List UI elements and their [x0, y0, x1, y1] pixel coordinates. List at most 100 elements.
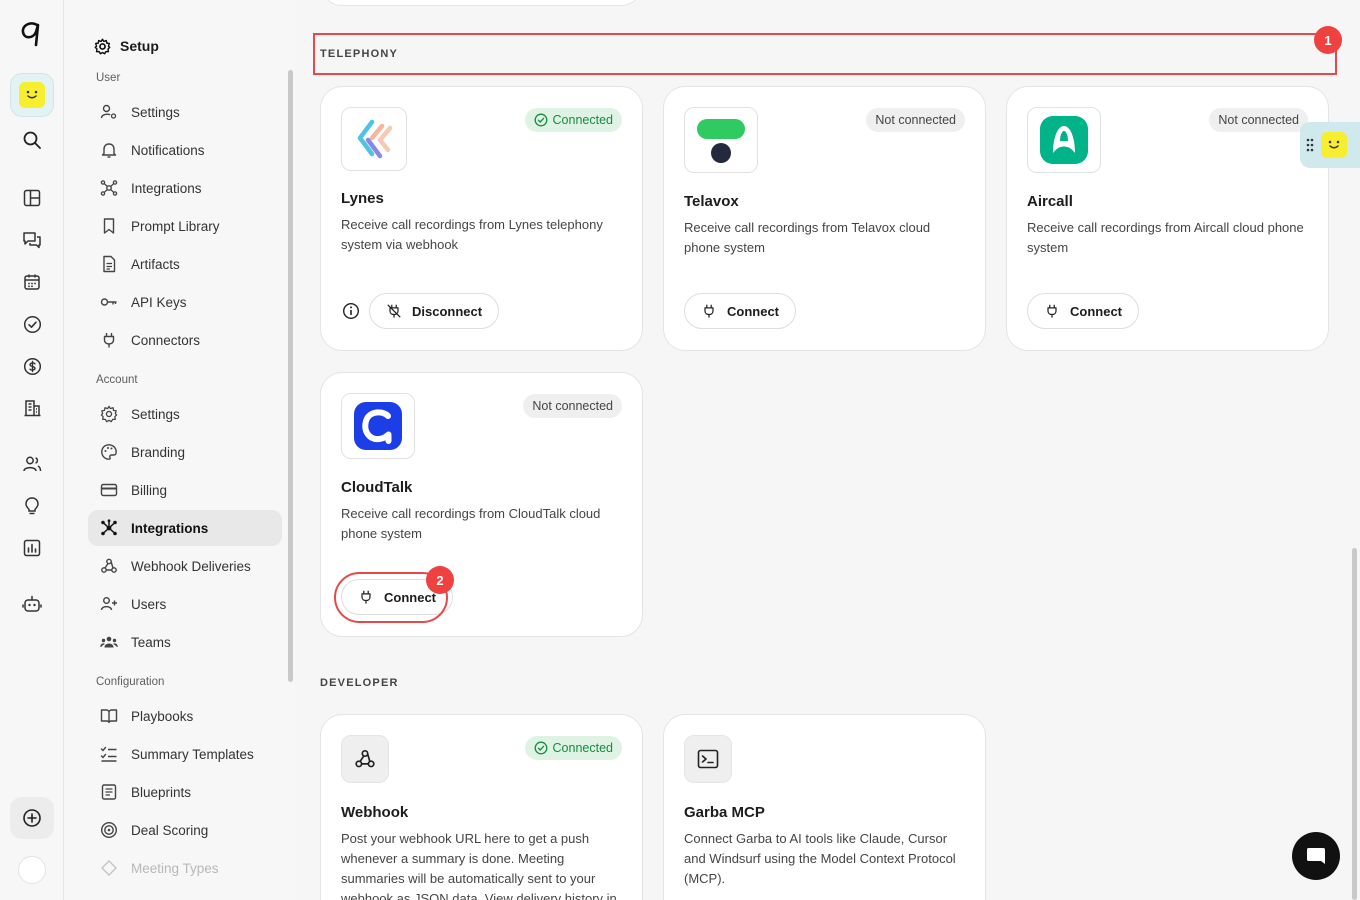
layout-icon[interactable] [16, 182, 48, 214]
nav-item-meeting-types[interactable]: Meeting Types [88, 850, 282, 886]
nav-item-webhook-deliveries[interactable]: Webhook Deliveries [88, 548, 282, 584]
calendar-icon[interactable] [16, 266, 48, 298]
user-avatar[interactable] [18, 856, 46, 884]
terminal-icon [697, 749, 719, 769]
nav-item-label: Billing [131, 482, 168, 498]
smiley-icon [1321, 132, 1347, 158]
main-scrollbar[interactable] [1352, 548, 1357, 900]
plug-off-icon [387, 304, 401, 318]
nav-item-branding[interactable]: Branding [88, 434, 282, 470]
card-description: Receive call recordings from Lynes telep… [341, 217, 603, 252]
group-user-label: User [96, 72, 121, 84]
dollar-icon[interactable] [16, 350, 48, 382]
chat-icon[interactable] [16, 224, 48, 256]
nav-item-connectors[interactable]: Connectors [88, 322, 282, 358]
plus-circle-icon [23, 809, 41, 827]
previous-card [320, 0, 643, 6]
nav-item-api-keys[interactable]: API Keys [88, 284, 282, 320]
workspace-avatar[interactable] [10, 73, 54, 117]
setup-header[interactable]: Setup [94, 36, 159, 56]
add-button[interactable] [10, 797, 54, 839]
key-icon [100, 298, 117, 306]
card-title: Webhook [341, 804, 409, 821]
nav-item-label: Summary Templates [131, 746, 254, 762]
integration-card-webhook: Connected Webhook Post your webhook URL … [320, 714, 643, 900]
lynes-logo [341, 107, 407, 171]
nav-item-label: Notifications [131, 142, 205, 158]
nav-item-label: Deal Scoring [131, 822, 209, 838]
lightbulb-icon[interactable] [16, 490, 48, 522]
nav-item-blueprints[interactable]: Blueprints [88, 774, 282, 810]
nav-item-users[interactable]: Users [88, 586, 282, 622]
nav-item-label: Settings [131, 104, 180, 120]
checklist-icon [100, 746, 117, 762]
card-title: Lynes [341, 190, 384, 207]
status-text: Not connected [532, 399, 613, 413]
nav-item-notifications[interactable]: Notifications [88, 132, 282, 168]
plug-icon [103, 333, 115, 348]
chat-launcher-button[interactable] [1292, 832, 1340, 880]
nav-item-label: Teams [131, 634, 171, 650]
target-icon [100, 821, 118, 839]
sidebar-scrollbar[interactable] [288, 70, 293, 682]
telavox-logo [684, 107, 758, 173]
user-settings-icon [100, 104, 117, 119]
search-icon[interactable] [16, 124, 48, 156]
nav-item-user-settings[interactable]: Settings [88, 94, 282, 130]
check-circle-icon [534, 741, 547, 755]
status-text: Not connected [875, 113, 956, 127]
bot-icon[interactable] [16, 588, 48, 620]
palette-icon [101, 444, 117, 460]
chart-icon[interactable] [16, 532, 48, 564]
building-icon[interactable] [16, 392, 48, 424]
user-group-icon[interactable] [16, 448, 48, 480]
status-text: Not connected [1218, 113, 1299, 127]
blueprint-icon [101, 784, 117, 800]
info-icon[interactable] [342, 302, 360, 320]
nav-item-summary-templates[interactable]: Summary Templates [88, 736, 282, 772]
nav-item-label: Blueprints [131, 784, 192, 800]
webhook-logo [341, 735, 389, 783]
status-text: Connected [552, 113, 613, 127]
app-logo-icon[interactable] [16, 18, 48, 50]
integration-card-lynes: Connected Lynes Receive call recordings … [320, 86, 643, 351]
check-circle-icon[interactable] [16, 308, 48, 340]
nav-item-prompt-library[interactable]: Prompt Library [88, 208, 282, 244]
nav-item-user-integrations[interactable]: Integrations [88, 170, 282, 206]
cloudtalk-logo [341, 393, 415, 459]
lynes-logo-icon [357, 119, 393, 159]
document-icon [103, 255, 116, 273]
meeting-types-icon [101, 860, 117, 876]
gear-icon [100, 405, 118, 423]
group-configuration-label: Configuration [96, 676, 165, 688]
nav-item-artifacts[interactable]: Artifacts [88, 246, 282, 282]
nav-item-account-settings[interactable]: Settings [88, 396, 282, 432]
nav-item-deal-scoring[interactable]: Deal Scoring [88, 812, 282, 848]
nav-item-billing[interactable]: Billing [88, 472, 282, 508]
bell-icon [101, 143, 117, 158]
team-icon [100, 636, 118, 648]
smiley-icon [19, 82, 45, 108]
icon-rail [0, 0, 64, 900]
nav-item-teams[interactable]: Teams [88, 624, 282, 660]
card-description: Post your webhook URL here to get a push… [341, 831, 617, 900]
disconnect-button[interactable]: Disconnect [369, 293, 500, 329]
webhook-icon [355, 749, 375, 768]
nav-item-playbooks[interactable]: Playbooks [88, 698, 282, 734]
nav-item-label: Users [131, 596, 167, 612]
nav-item-label: Settings [131, 406, 180, 422]
nav-item-account-integrations[interactable]: Integrations [88, 510, 282, 546]
connect-button[interactable]: Connect [684, 293, 796, 329]
telavox-logo-icon [697, 119, 745, 163]
connect-button[interactable]: Connect [1027, 293, 1139, 329]
card-description: Receive call recordings from Aircall clo… [1027, 220, 1304, 255]
status-badge-not-connected: Not connected [523, 394, 622, 418]
card-description: Connect Garba to AI tools like Claude, C… [684, 831, 956, 886]
gear-icon [94, 38, 111, 54]
nav-item-label: API Keys [131, 294, 187, 310]
integration-card-telavox: Not connected Telavox Receive call recor… [663, 86, 986, 351]
nav-item-label: Integrations [131, 180, 202, 196]
card-title: Aircall [1027, 193, 1073, 210]
card-description: Receive call recordings from Telavox clo… [684, 220, 931, 255]
floating-assistant-widget[interactable] [1300, 122, 1360, 168]
